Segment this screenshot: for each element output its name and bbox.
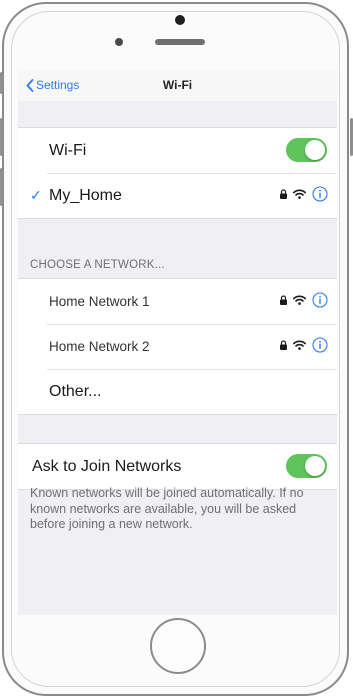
info-icon[interactable] [312, 186, 328, 202]
connected-network-name: My_Home [49, 186, 122, 204]
screen: Settings Wi-Fi Wi-Fi ✓ My_Home CHOOSE A … [18, 69, 337, 615]
wifi-toggle-row: Wi-Fi [18, 128, 337, 173]
camera-dot [175, 15, 185, 25]
other-label: Other... [49, 382, 102, 400]
wifi-group: Wi-Fi ✓ My_Home [18, 127, 337, 219]
wifi-toggle[interactable] [286, 138, 327, 162]
network-name: Home Network 1 [49, 294, 150, 309]
checkmark-icon: ✓ [30, 187, 42, 203]
other-network-row[interactable]: Other... [18, 369, 337, 414]
mute-switch [0, 72, 3, 94]
wifi-label: Wi-Fi [49, 141, 87, 159]
volume-up-button [0, 118, 3, 156]
toggle-knob [305, 456, 325, 476]
network-name: Home Network 2 [49, 339, 150, 354]
home-button[interactable] [150, 618, 206, 674]
volume-down-button [0, 168, 3, 206]
page-title: Wi-Fi [162, 78, 193, 92]
wifi-icon [293, 189, 306, 199]
ask-join-footer: Known networks will be joined automatica… [30, 486, 304, 531]
info-icon[interactable] [312, 337, 328, 353]
lock-icon [280, 340, 287, 350]
section-header: CHOOSE A NETWORK... [30, 259, 165, 271]
wifi-icon [293, 295, 306, 305]
network-status-icons [274, 186, 328, 202]
info-icon[interactable] [312, 292, 328, 308]
toggle-knob [305, 140, 325, 160]
network-status-icons [274, 337, 328, 353]
ask-join-label: Ask to Join Networks [32, 457, 182, 475]
earpiece-speaker [155, 39, 205, 45]
lock-icon [280, 189, 287, 199]
network-row[interactable]: Home Network 1 [18, 279, 337, 324]
wifi-icon [293, 340, 306, 350]
network-row[interactable]: Home Network 2 [18, 324, 337, 369]
navigation-bar: Settings Wi-Fi [18, 69, 337, 101]
lock-icon [280, 295, 287, 305]
ask-join-toggle[interactable] [286, 454, 327, 478]
ask-join-row: Ask to Join Networks [18, 444, 337, 489]
front-camera [115, 38, 123, 46]
network-status-icons [274, 292, 328, 308]
connected-network-row[interactable]: ✓ My_Home [18, 173, 337, 218]
networks-group: Home Network 1 Home Network 2 Other... [18, 278, 337, 415]
ask-join-group: Ask to Join Networks [18, 443, 337, 490]
